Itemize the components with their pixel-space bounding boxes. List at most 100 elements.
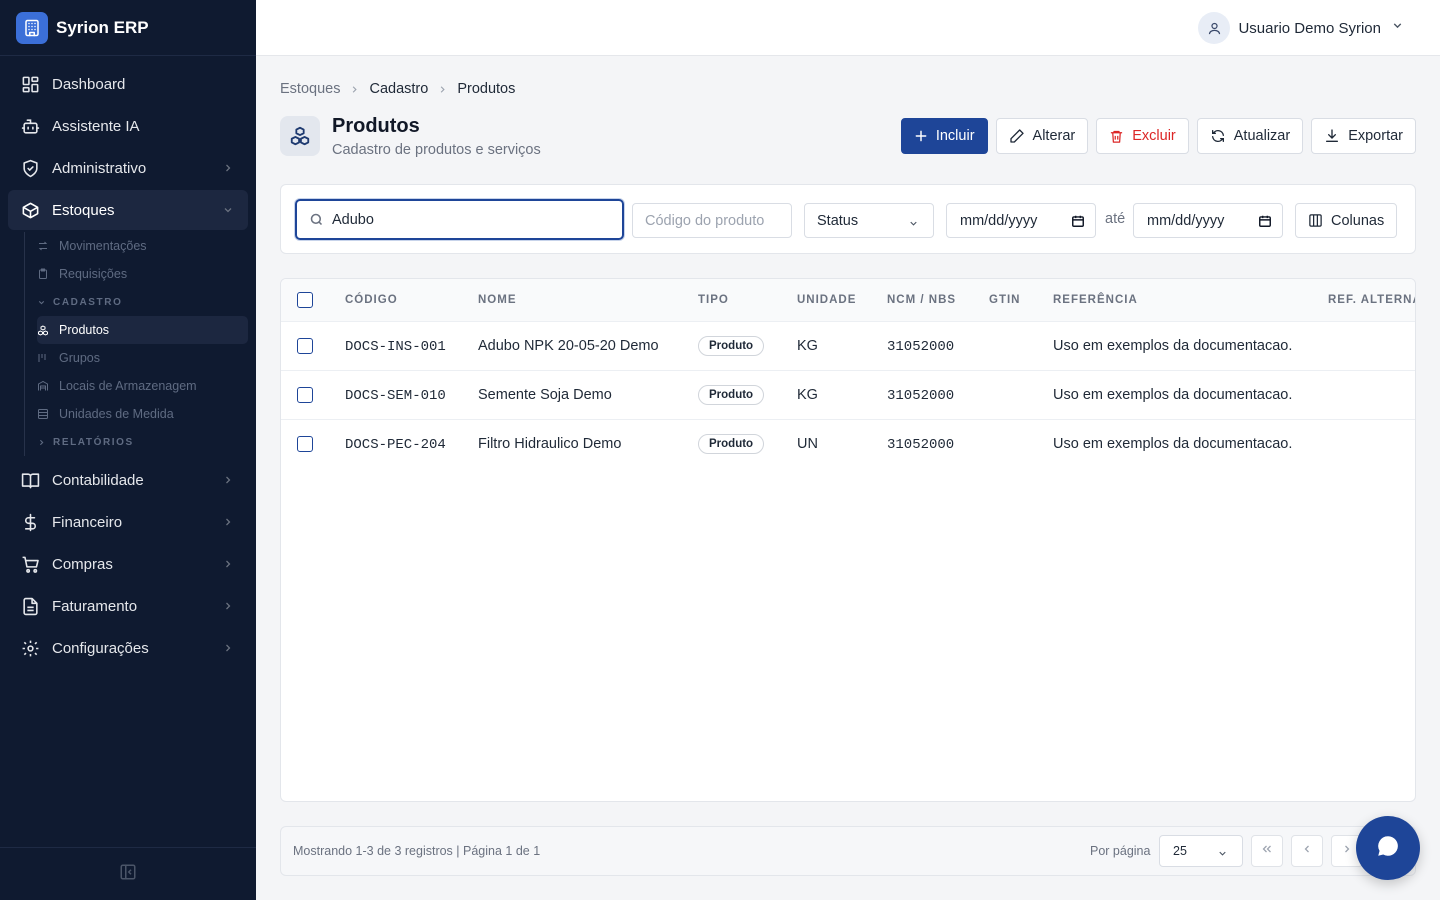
status-select[interactable]: Status xyxy=(804,203,934,238)
app-name: Syrion ERP xyxy=(56,17,149,37)
sidebar-section-label: CADASTRO xyxy=(53,296,123,308)
chevron-down-icon xyxy=(1217,848,1228,862)
sidebar-subitem-locais[interactable]: Locais de Armazenagem xyxy=(37,372,248,400)
pencil-icon xyxy=(1009,128,1025,144)
column-header-unidade[interactable]: UNIDADE xyxy=(797,294,856,306)
sidebar-item-label: Assistente IA xyxy=(52,117,140,135)
calendar-icon[interactable] xyxy=(1258,214,1272,232)
sidebar-subitem-movimentacoes[interactable]: Movimentações xyxy=(37,232,248,260)
column-header-ncm[interactable]: NCM / NBS xyxy=(887,294,956,306)
sidebar-section-label: RELATÓRIOS xyxy=(53,436,134,448)
product-code-input[interactable]: Código do produto xyxy=(632,203,792,238)
chevron-left-icon xyxy=(1301,842,1313,860)
sidebar-item-compras[interactable]: Compras xyxy=(8,544,248,584)
products-table: CÓDIGO NOME TIPO UNIDADE NCM / NBS GTIN … xyxy=(280,278,1416,802)
plus-icon xyxy=(914,129,928,143)
table-row[interactable]: DOCS-PEC-204 Filtro Hidraulico Demo Prod… xyxy=(281,420,1415,469)
warehouse-icon xyxy=(37,380,49,392)
sidebar-subitem-produtos[interactable]: Produtos xyxy=(37,316,248,344)
cell-referencia: Uso em exemplos da documentacao. xyxy=(1053,338,1293,354)
cell-ncm: 31052000 xyxy=(887,437,955,453)
records-summary: Mostrando 1-3 de 3 registros | Página 1 … xyxy=(293,844,541,858)
row-checkbox[interactable] xyxy=(297,387,313,403)
chevron-down-icon xyxy=(908,217,919,233)
date-from-input[interactable]: mm/dd/yyyy xyxy=(946,203,1096,238)
cell-referencia: Uso em exemplos da documentacao. xyxy=(1053,387,1293,403)
sidebar-item-label: Faturamento xyxy=(52,597,138,615)
tipo-badge: Produto xyxy=(698,434,765,454)
per-page-select[interactable]: 25 xyxy=(1159,835,1243,867)
columns-label: Colunas xyxy=(1331,212,1385,229)
sidebar-section-cadastro[interactable]: CADASTRO xyxy=(37,288,248,316)
cart-icon xyxy=(20,554,40,574)
sidebar-item-faturamento[interactable]: Faturamento xyxy=(8,586,248,626)
sidebar-subitem-label: Grupos xyxy=(59,351,100,365)
column-header-codigo[interactable]: CÓDIGO xyxy=(345,294,398,306)
column-header-ref-alternativa[interactable]: REF. ALTERNA xyxy=(1328,294,1415,306)
chat-button[interactable] xyxy=(1356,816,1420,880)
sidebar-item-financeiro[interactable]: Financeiro xyxy=(8,502,248,542)
cell-unidade: KG xyxy=(797,338,818,354)
atualizar-button[interactable]: Atualizar xyxy=(1196,118,1304,154)
excluir-label: Excluir xyxy=(1132,128,1176,144)
sidebar-item-administrativo[interactable]: Administrativo xyxy=(8,148,248,188)
file-icon xyxy=(20,596,40,616)
date-from-value: mm/dd/yyyy xyxy=(960,212,1038,229)
incluir-button[interactable]: Incluir xyxy=(900,118,988,154)
excluir-button[interactable]: Excluir xyxy=(1096,118,1189,154)
sidebar-item-label: Dashboard xyxy=(52,75,126,93)
per-page-value: 25 xyxy=(1173,844,1187,858)
sidebar-collapse-button[interactable] xyxy=(0,847,256,900)
columns-button[interactable]: Colunas xyxy=(1295,203,1398,238)
brand[interactable]: Syrion ERP xyxy=(0,0,256,56)
dollar-icon xyxy=(20,512,40,532)
avatar xyxy=(1198,12,1231,44)
trash-icon xyxy=(1109,129,1124,144)
chat-bubble-icon xyxy=(1375,833,1401,864)
breadcrumb-item-estoques[interactable]: Estoques xyxy=(280,81,340,97)
sidebar-item-assistente-ia[interactable]: Assistente IA xyxy=(8,106,248,146)
sidebar-subitem-unidades[interactable]: Unidades de Medida xyxy=(37,400,248,428)
breadcrumb-item-cadastro[interactable]: Cadastro xyxy=(369,81,428,97)
atualizar-label: Atualizar xyxy=(1233,128,1291,144)
sidebar-item-dashboard[interactable]: Dashboard xyxy=(8,64,248,104)
exportar-button[interactable]: Exportar xyxy=(1311,118,1416,154)
column-header-tipo[interactable]: TIPO xyxy=(698,294,729,306)
prev-page-button[interactable] xyxy=(1291,835,1323,867)
table-row[interactable]: DOCS-SEM-010 Semente Soja Demo Produto K… xyxy=(281,371,1415,420)
group-icon xyxy=(37,352,49,364)
date-to-input[interactable]: mm/dd/yyyy xyxy=(1133,203,1283,238)
user-menu[interactable]: Usuario Demo Syrion xyxy=(1198,12,1404,44)
row-checkbox[interactable] xyxy=(297,436,313,452)
exportar-label: Exportar xyxy=(1348,128,1403,144)
column-header-gtin[interactable]: GTIN xyxy=(989,294,1020,306)
sidebar-item-configuracoes[interactable]: Configurações xyxy=(8,628,248,668)
chevron-right-icon xyxy=(222,161,234,178)
download-icon xyxy=(1324,128,1340,144)
sidebar-subitem-requisicoes[interactable]: Requisições xyxy=(37,260,248,288)
calendar-icon[interactable] xyxy=(1071,214,1085,232)
chevron-right-icon xyxy=(349,84,360,95)
select-all-checkbox[interactable] xyxy=(297,292,313,308)
tipo-badge: Produto xyxy=(698,385,765,405)
book-icon xyxy=(20,470,40,490)
sidebar-section-relatorios[interactable]: RELATÓRIOS xyxy=(37,428,248,456)
incluir-label: Incluir xyxy=(935,128,975,144)
date-range-separator: até xyxy=(1105,211,1126,227)
estoques-submenu: Movimentações Requisições CADASTRO Produ… xyxy=(24,232,248,456)
breadcrumb-item-produtos: Produtos xyxy=(457,81,516,97)
alterar-button[interactable]: Alterar xyxy=(995,118,1089,154)
sidebar-item-label: Contabilidade xyxy=(52,471,144,489)
row-checkbox[interactable] xyxy=(297,338,313,354)
sidebar-item-estoques[interactable]: Estoques xyxy=(8,190,248,230)
first-page-button[interactable] xyxy=(1251,835,1283,867)
column-header-nome[interactable]: NOME xyxy=(478,294,517,306)
table-row[interactable]: DOCS-INS-001 Adubo NPK 20-05-20 Demo Pro… xyxy=(281,322,1415,371)
columns-icon xyxy=(1308,213,1323,228)
search-input[interactable]: Adubo xyxy=(295,199,624,240)
page-title: Produtos xyxy=(332,115,420,137)
sidebar-item-contabilidade[interactable]: Contabilidade xyxy=(8,460,248,500)
table-header: CÓDIGO NOME TIPO UNIDADE NCM / NBS GTIN … xyxy=(281,279,1415,322)
sidebar-subitem-grupos[interactable]: Grupos xyxy=(37,344,248,372)
column-header-referencia[interactable]: REFERÊNCIA xyxy=(1053,294,1138,306)
